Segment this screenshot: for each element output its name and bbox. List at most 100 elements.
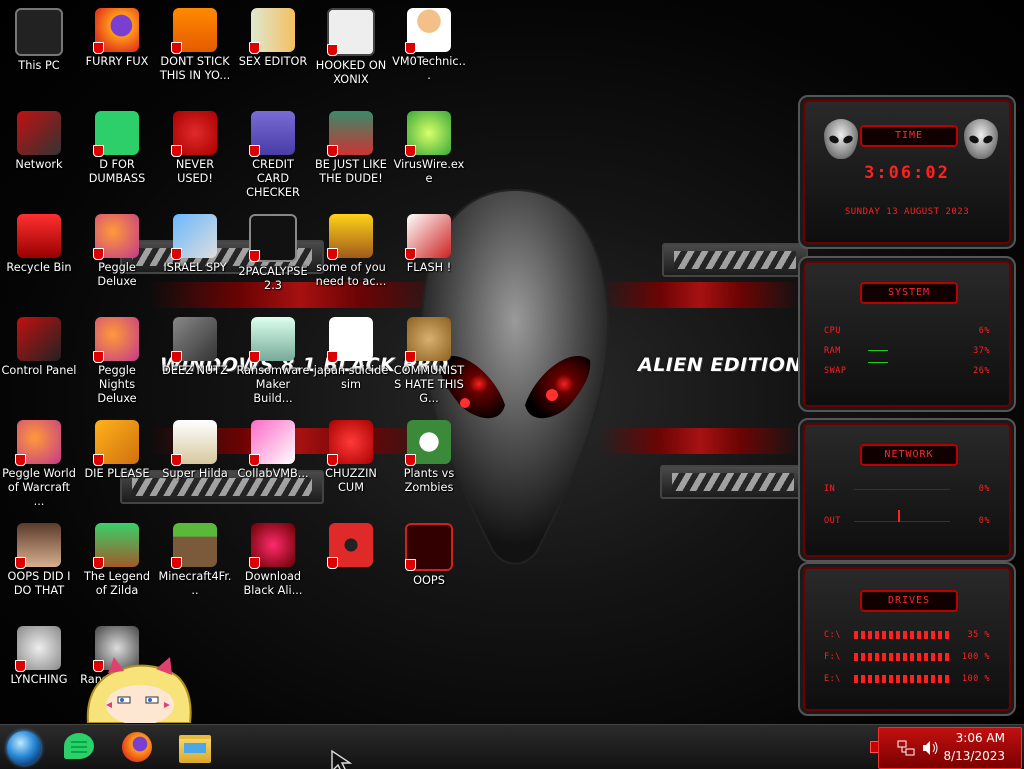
desktop-icon[interactable]: japan suicide sim [312, 311, 390, 409]
peggle-icon [93, 317, 139, 363]
desktop-icon-label: SEX EDITOR [238, 55, 308, 68]
shortcut-shield-icon [93, 145, 104, 157]
desktop-icon[interactable]: Minecraft4Fr... [156, 517, 234, 615]
desktop-icon-label: OOPS [413, 574, 445, 587]
system-row: RAM 37% [824, 346, 990, 358]
desktop-icon[interactable]: Network [0, 105, 78, 203]
desktop-icon[interactable]: Peggle World of Warcraft ... [0, 414, 78, 512]
desktop-icon[interactable]: SEX EDITOR [234, 2, 312, 100]
shortcut-shield-icon [327, 145, 338, 157]
desktop-icon[interactable]: OOPS [390, 517, 468, 615]
mouse-cursor-icon [331, 749, 353, 769]
desktop-icon-label: This PC [18, 59, 60, 72]
desktop-icon-label: Minecraft4Fr... [158, 570, 232, 597]
desktop-icon-label: CREDIT CARD CHECKER [246, 158, 300, 199]
desktop-icon[interactable]: Plants vs Zombies [390, 414, 468, 512]
desktop-icon[interactable]: BE JUST LIKE THE DUDE! [312, 105, 390, 203]
shortcut-shield-icon [15, 660, 26, 672]
network-gadget[interactable]: NETWORK IN 0% OUT 0% [798, 418, 1016, 562]
gadget-title: TIME [860, 125, 958, 147]
de-app-icon [93, 420, 139, 466]
desktop-icon-label: VM0Technic... [392, 55, 466, 82]
desktop-icon[interactable]: CHUZZIN CUM [312, 414, 390, 512]
desktop-icon[interactable]: Peggle Deluxe [78, 208, 156, 306]
system-gadget[interactable]: SYSTEM CPU 6% RAM 37% SWAP 26% [798, 256, 1016, 412]
gadget-title: SYSTEM [860, 282, 958, 304]
desktop-icon[interactable]: HOOKED ON XONIX [312, 2, 390, 100]
desktop-icon[interactable]: The Legend of Zilda [78, 517, 156, 615]
metric-label: IN [824, 484, 836, 494]
desktop-icon-label: LYNCHING [10, 673, 68, 686]
metric-label: SWAP [824, 366, 847, 376]
drive-usage-bar [854, 675, 950, 683]
volume-icon[interactable] [921, 740, 939, 756]
drive-usage-bar [854, 653, 950, 661]
shortcut-shield-icon [405, 42, 416, 54]
desktop-icon[interactable]: Super Hilda [156, 414, 234, 512]
desktop-icon[interactable]: FURRY FUX [78, 2, 156, 100]
network-status-icon[interactable] [897, 740, 915, 756]
shortcut-shield-icon [93, 248, 104, 260]
desktop-icon-label: some of you need to ac... [315, 261, 387, 288]
desktop-icon-label: Plants vs Zombies [403, 467, 455, 494]
desktop[interactable]: WINDOWS 8.1 BLACK PRO ALIEN EDITION 20 T… [0, 0, 1024, 724]
red-frame-icon [405, 523, 453, 571]
desktop-icon[interactable] [312, 517, 390, 615]
network-spy-icon [171, 214, 217, 260]
desktop-icon[interactable]: Control Panel [0, 311, 78, 409]
drives-gadget[interactable]: DRIVES C:\ 35 % F:\ 100 % E:\ 100 % [798, 562, 1016, 716]
taskbar-clock-date[interactable]: 8/13/2023 [943, 749, 1005, 763]
shortcut-shield-icon [93, 351, 104, 363]
desktop-icon[interactable]: some of you need to ac... [312, 208, 390, 306]
system-tray[interactable]: 3:06 AM 8/13/2023 [878, 727, 1022, 769]
desktop-icon[interactable]: CREDIT CARD CHECKER [234, 105, 312, 203]
desktop-icon[interactable]: DIE PLEASE [78, 414, 156, 512]
credit-card-icon [249, 111, 295, 157]
taskbar-firefox-button[interactable] [118, 729, 158, 765]
firefox-icon [122, 732, 152, 762]
taskbar-clock-time[interactable]: 3:06 AM [956, 731, 1005, 745]
desktop-icon[interactable]: NEVER USED! [156, 105, 234, 203]
cartoon-girl-sticker-image [86, 657, 192, 723]
desktop-icon[interactable]: DONT STICK THIS IN YO... [156, 2, 234, 100]
alien-head-icon [824, 119, 858, 159]
desktop-icon[interactable]: VirusWire.exe [390, 105, 468, 203]
desktop-icon[interactable]: D FOR DUMBASS [78, 105, 156, 203]
taskbar-chat-app-button[interactable] [60, 729, 100, 765]
flash-document-icon [405, 214, 451, 260]
network-in-graph [854, 489, 950, 490]
shortcut-shield-icon [15, 454, 26, 466]
desktop-icon[interactable]: This PC [0, 2, 78, 100]
desktop-icon[interactable]: OOPS DID I DO THAT [0, 517, 78, 615]
metric-value: 0% [978, 516, 990, 526]
shortcut-shield-icon [249, 250, 260, 262]
desktop-icon-label: CollabVMB... [237, 467, 309, 480]
desktop-icon[interactable]: Ransomware Maker Build... [234, 311, 312, 409]
drive-usage-bar [854, 631, 950, 639]
desktop-icon[interactable]: CollabVMB... [234, 414, 312, 512]
desktop-icon[interactable]: Peggle Nights Deluxe [78, 311, 156, 409]
desktop-icon-label: DONT STICK THIS IN YO... [159, 55, 231, 82]
time-gadget[interactable]: TIME 3:06:02 SUNDAY 13 AUGUST 2023 [798, 95, 1016, 249]
desktop-icon[interactable]: DEEZ NUTZ [156, 311, 234, 409]
monitor-icon [15, 8, 63, 56]
drive-usage-value: 35 % [967, 630, 990, 640]
cartoon-dog-icon [327, 214, 373, 260]
metric-value: 37% [973, 346, 990, 356]
desktop-icon[interactable]: Download Black Ali... [234, 517, 312, 615]
desktop-icon[interactable]: 2PACALYPSE 2.3 [234, 208, 312, 306]
desktop-icon[interactable]: FLASH ! [390, 208, 468, 306]
desktop-icon[interactable]: Recycle Bin [0, 208, 78, 306]
desktop-icon[interactable]: VM0Technic... [390, 2, 468, 100]
taskbar-file-explorer-button[interactable] [176, 729, 216, 765]
system-row: CPU 6% [824, 326, 990, 338]
desktop-icon[interactable]: LYNCHING [0, 620, 78, 718]
start-button[interactable] [4, 729, 44, 765]
desktop-icon-label: ISRAEL SPY [163, 261, 227, 274]
gear-bot-icon [15, 626, 61, 672]
desktop-icon-label: Control Panel [1, 364, 77, 377]
desktop-icon[interactable]: ISRAEL SPY [156, 208, 234, 306]
desktop-icon[interactable]: COMMUNISTS HATE THIS G... [390, 311, 468, 409]
pink-window-icon [249, 420, 295, 466]
doctor-person-icon [405, 8, 451, 54]
